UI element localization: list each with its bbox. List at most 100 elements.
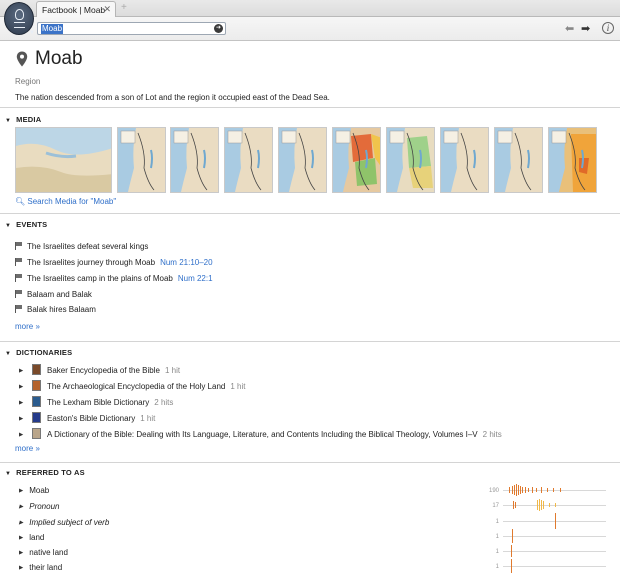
triangle-right-icon[interactable]: ▶ <box>19 432 27 438</box>
dictionary-item[interactable]: ▶ The Lexham Bible Dictionary 2 hits <box>19 396 173 407</box>
referred-label: land <box>29 533 45 542</box>
referred-label: native land <box>29 548 68 557</box>
sparkline-mark <box>516 484 517 496</box>
referred-label: Pronoun <box>29 502 60 511</box>
sparkline-mark <box>536 488 537 492</box>
dictionaries-more-link[interactable]: more » <box>15 444 40 453</box>
event-item[interactable]: The Israelites journey through Moab Num 2… <box>15 258 213 267</box>
reference-count: 1 <box>495 564 499 570</box>
triangle-right-icon[interactable]: ▶ <box>19 565 27 571</box>
media-thumbnail-map-region-3[interactable] <box>548 127 597 193</box>
sparkline-mark <box>525 487 526 493</box>
media-thumbnail-map-route-3[interactable] <box>224 127 273 193</box>
media-thumbnail-map-kingdoms[interactable] <box>386 127 435 193</box>
triangle-right-icon[interactable]: ▶ <box>19 488 27 494</box>
map-pin-icon <box>16 51 28 67</box>
dictionary-title: A Dictionary of the Bible: Dealing with … <box>47 430 478 439</box>
triangle-right-icon[interactable]: ▶ <box>19 550 27 556</box>
triangle-right-icon[interactable]: ▶ <box>19 520 27 526</box>
event-label: The Israelites defeat several kings <box>27 242 149 251</box>
referred-item[interactable]: ▶ native land <box>19 548 68 557</box>
page-title: Moab <box>35 48 83 69</box>
dictionaries-section-header[interactable]: ▼ DICTIONARIES <box>5 348 72 357</box>
flag-icon <box>15 242 22 250</box>
page-description: The nation descended from a son of Lot a… <box>15 93 330 102</box>
app-menu-icon[interactable]: ▼ <box>4 2 35 36</box>
lightbulb-icon <box>15 9 24 20</box>
event-reference-link[interactable]: Num 21:10–20 <box>160 258 212 267</box>
info-icon[interactable]: i <box>602 22 614 34</box>
event-item[interactable]: The Israelites camp in the plains of Moa… <box>15 274 213 283</box>
dictionary-item[interactable]: ▶ A Dictionary of the Bible: Dealing with… <box>19 428 502 439</box>
dictionaries-heading: DICTIONARIES <box>16 348 73 357</box>
back-arrow-icon[interactable]: ⬅ <box>565 22 574 35</box>
media-heading: MEDIA <box>16 115 42 124</box>
referred-to-as-section-header[interactable]: ▼ REFERRED TO AS <box>5 468 85 477</box>
triangle-right-icon[interactable]: ▶ <box>19 535 27 541</box>
hit-count: 1 hit <box>140 414 156 423</box>
event-item[interactable]: Balaam and Balak <box>15 290 92 299</box>
map-image <box>118 128 165 192</box>
book-cover-icon <box>32 364 41 375</box>
sparkline-mark <box>513 501 514 509</box>
media-thumbnail-map-route-1[interactable] <box>117 127 166 193</box>
book-cover-icon <box>32 428 41 439</box>
referred-item[interactable]: ▶ Pronoun <box>19 502 59 511</box>
close-icon[interactable]: ✕ <box>103 4 111 15</box>
event-label: The Israelites journey through Moab <box>27 258 156 267</box>
referred-item[interactable]: ▶ Implied subject of verb <box>19 518 109 527</box>
referred-to-as-heading: REFERRED TO AS <box>16 468 85 477</box>
triangle-right-icon[interactable]: ▶ <box>19 400 27 406</box>
triangle-right-icon[interactable]: ▶ <box>19 384 27 390</box>
media-thumbnail-map-middle-east[interactable] <box>15 127 112 193</box>
event-reference-link[interactable]: Num 22:1 <box>178 274 213 283</box>
media-section-header[interactable]: ▼ MEDIA <box>5 115 41 124</box>
section-divider <box>0 341 620 342</box>
sparkline-mark <box>560 488 561 492</box>
forward-arrow-icon[interactable]: ➡ <box>581 22 590 35</box>
dictionary-item[interactable]: ▶ The Archaeological Encyclopedia of the … <box>19 380 245 391</box>
sparkline-mark <box>541 500 542 510</box>
media-thumbnail-map-tribes[interactable] <box>332 127 381 193</box>
tab-factbook-moab[interactable]: Factbook | Moab ✕ <box>36 1 116 17</box>
new-tab-button[interactable]: + <box>121 2 127 13</box>
media-thumbnail-map-region-2[interactable] <box>494 127 543 193</box>
search-media-link[interactable]: 🔍︎ Search Media for "Moab" <box>15 197 116 206</box>
event-label: Balaam and Balak <box>27 290 92 299</box>
reference-count: 1 <box>495 534 499 540</box>
referred-label: their land <box>29 563 63 572</box>
map-image <box>387 128 434 192</box>
hit-count: 1 hit <box>230 382 246 391</box>
media-thumbnail-map-region-1[interactable] <box>440 127 489 193</box>
referred-item[interactable]: ▶ land <box>19 533 44 542</box>
tab-strip: Factbook | Moab ✕ + <box>0 0 620 17</box>
sparkline-baseline <box>503 536 606 537</box>
event-item[interactable]: Balak hires Balaam <box>15 305 96 314</box>
referred-item[interactable]: ▶ their land <box>19 563 62 572</box>
event-label: Balak hires Balaam <box>27 305 96 314</box>
dictionary-item[interactable]: ▶ Baker Encyclopedia of the Bible 1 hit <box>19 364 180 375</box>
media-thumbnail-map-route-2[interactable] <box>170 127 219 193</box>
triangle-right-icon[interactable]: ▶ <box>19 416 27 422</box>
sparkline-mark <box>541 487 542 493</box>
sparkline-mark <box>518 485 519 495</box>
events-more-link[interactable]: more » <box>15 322 40 331</box>
map-image <box>279 128 326 192</box>
sparkline-baseline <box>503 551 606 552</box>
sparkline-mark <box>509 487 510 493</box>
media-thumbnail-map-route-4[interactable] <box>278 127 327 193</box>
chevron-down-icon: ▼ <box>29 30 35 36</box>
triangle-right-icon[interactable]: ▶ <box>19 504 27 510</box>
event-item[interactable]: The Israelites defeat several kings <box>15 242 148 251</box>
dictionary-item[interactable]: ▶ Easton's Bible Dictionary 1 hit <box>19 412 155 423</box>
search-input[interactable]: Moab ➜ <box>37 22 226 35</box>
events-section-header[interactable]: ▼ EVENTS <box>5 220 47 229</box>
go-arrow-icon[interactable]: ➜ <box>214 24 223 33</box>
referred-item[interactable]: ▶ Moab <box>19 486 49 495</box>
dictionary-title: Baker Encyclopedia of the Bible <box>47 366 160 375</box>
triangle-right-icon[interactable]: ▶ <box>19 368 27 374</box>
reference-count: 17 <box>492 503 499 509</box>
sparkline-mark <box>511 559 512 573</box>
book-cover-icon <box>32 412 41 423</box>
search-input-value: Moab <box>41 24 64 34</box>
